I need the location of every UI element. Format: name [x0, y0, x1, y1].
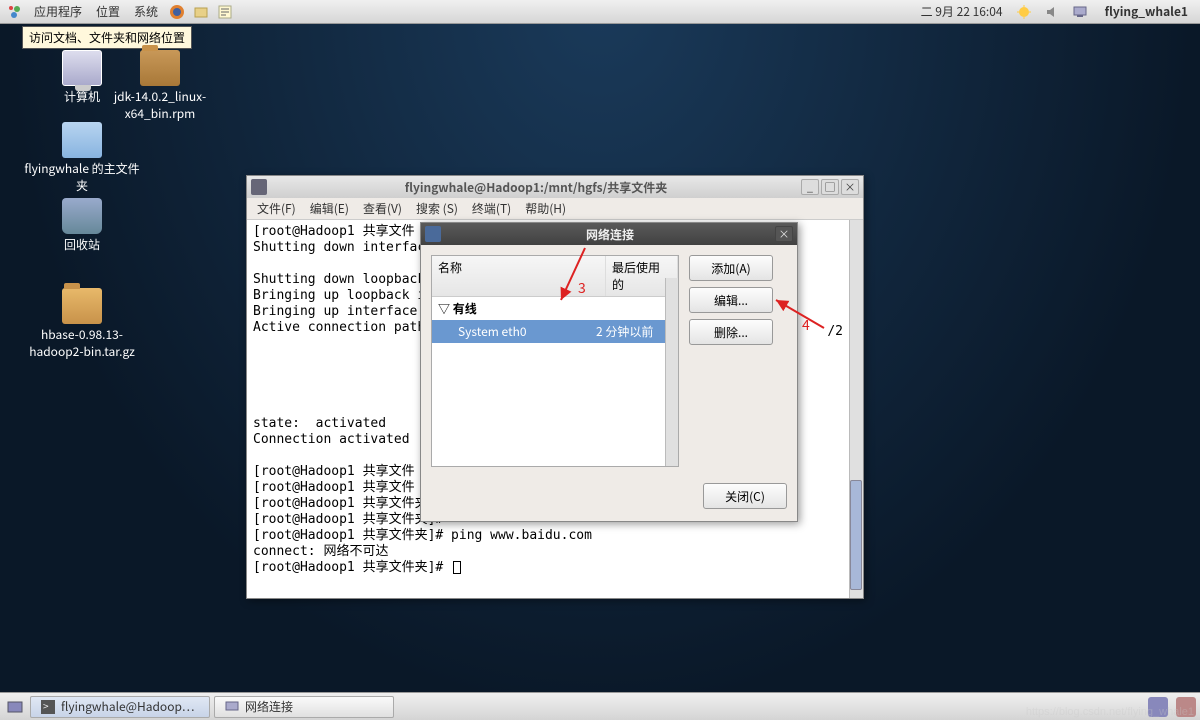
user-menu[interactable]: flying_whale1	[1097, 3, 1196, 20]
task-network[interactable]: 网络连接	[214, 696, 394, 718]
terminal-menubar: 文件(F) 编辑(E) 查看(V) 搜索 (S) 终端(T) 帮助(H)	[247, 198, 863, 220]
package-icon	[140, 50, 180, 86]
menu-applications[interactable]: 应用程序	[28, 1, 88, 22]
cursor	[453, 561, 461, 574]
terminal-task-icon: >	[39, 698, 57, 716]
home-folder-icon	[62, 122, 102, 158]
icon-label: 回收站	[22, 236, 142, 253]
minimize-button[interactable]: _	[801, 179, 819, 195]
top-panel: 应用程序 位置 系统 二 9月 22 16:04 flying_whale1	[0, 0, 1200, 24]
dialog-titlebar[interactable]: 网络连接 ×	[421, 223, 797, 245]
terminal-icon	[251, 179, 267, 195]
network-icon[interactable]	[1071, 3, 1089, 21]
list-scrollbar[interactable]	[665, 278, 678, 466]
places-tooltip: 访问文档、文件夹和网络位置	[22, 26, 192, 49]
terminal-title: flyingwhale@Hadoop1:/mnt/hgfs/共享文件夹	[271, 179, 801, 196]
weather-icon[interactable]	[1015, 3, 1033, 21]
gnome-foot-icon	[6, 3, 24, 21]
menu-edit[interactable]: 编辑(E)	[304, 198, 355, 219]
clock[interactable]: 二 9月 22 16:04	[917, 3, 1007, 20]
menu-terminal[interactable]: 终端(T)	[466, 198, 517, 219]
desktop-icon-jdk[interactable]: jdk-14.0.2_linux-x64_bin.rpm	[100, 50, 220, 122]
terminal-scrollbar[interactable]	[849, 220, 863, 598]
network-task-icon	[223, 698, 241, 716]
desktop-icon-home[interactable]: flyingwhale 的主文件夹	[22, 122, 142, 194]
trash-icon	[62, 198, 102, 234]
firefox-icon[interactable]	[168, 3, 186, 21]
close-button[interactable]: ×	[841, 179, 859, 195]
menu-system[interactable]: 系统	[128, 1, 164, 22]
connection-name: System eth0	[438, 323, 596, 340]
menu-view[interactable]: 查看(V)	[357, 198, 408, 219]
dialog-close-button[interactable]: ×	[775, 226, 793, 242]
maximize-button[interactable]: □	[821, 179, 839, 195]
list-header: 名称 最后使用的	[432, 256, 678, 297]
terminal-titlebar[interactable]: flyingwhale@Hadoop1:/mnt/hgfs/共享文件夹 _ □ …	[247, 176, 863, 198]
dialog-title: 网络连接	[445, 226, 775, 243]
desktop-icon-trash[interactable]: 回收站	[22, 198, 142, 253]
task-label: 网络连接	[245, 698, 293, 715]
icon-label: jdk-14.0.2_linux-x64_bin.rpm	[100, 88, 220, 122]
show-desktop-icon[interactable]	[6, 698, 24, 716]
connection-last-used: 2 分钟以前	[596, 323, 672, 340]
archive-icon	[62, 288, 102, 324]
add-button[interactable]: 添加(A)	[689, 255, 773, 281]
task-terminal[interactable]: > flyingwhale@Hadoop…	[30, 696, 210, 718]
edit-button[interactable]: 编辑...	[689, 287, 773, 313]
annotation-label-4: 4	[802, 315, 810, 335]
network-dialog: 网络连接 × 名称 最后使用的 ▽ 有线 System eth0 2 分钟以前 …	[420, 222, 798, 522]
scroll-thumb[interactable]	[850, 480, 862, 590]
wired-group[interactable]: ▽ 有线	[432, 297, 678, 320]
bottom-panel: > flyingwhale@Hadoop… 网络连接	[0, 692, 1200, 720]
annotation-label-3: 3	[578, 278, 586, 298]
menu-search[interactable]: 搜索 (S)	[410, 198, 464, 219]
network-settings-icon	[425, 226, 441, 242]
menu-help[interactable]: 帮助(H)	[519, 198, 572, 219]
svg-text:>: >	[43, 700, 49, 713]
menu-file[interactable]: 文件(F)	[251, 198, 302, 219]
delete-button[interactable]: 删除...	[689, 319, 773, 345]
computer-icon	[62, 50, 102, 86]
icon-label: flyingwhale 的主文件夹	[22, 160, 142, 194]
desktop-icon-hbase[interactable]: hbase-0.98.13-hadoop2-bin.tar.gz	[22, 288, 142, 360]
task-label: flyingwhale@Hadoop…	[61, 698, 194, 715]
terminal-fragment: /2	[827, 324, 843, 340]
connection-item-selected[interactable]: System eth0 2 分钟以前	[432, 320, 678, 343]
icon-label: hbase-0.98.13-hadoop2-bin.tar.gz	[22, 326, 142, 360]
volume-icon[interactable]	[1043, 3, 1061, 21]
connection-list[interactable]: 名称 最后使用的 ▽ 有线 System eth0 2 分钟以前	[431, 255, 679, 467]
file-manager-icon[interactable]	[192, 3, 210, 21]
watermark: https://blog.csdn.net/flying_whale1	[1026, 706, 1194, 718]
text-editor-icon[interactable]	[216, 3, 234, 21]
close-dialog-button[interactable]: 关闭(C)	[703, 483, 787, 509]
menu-places[interactable]: 位置	[90, 1, 126, 22]
